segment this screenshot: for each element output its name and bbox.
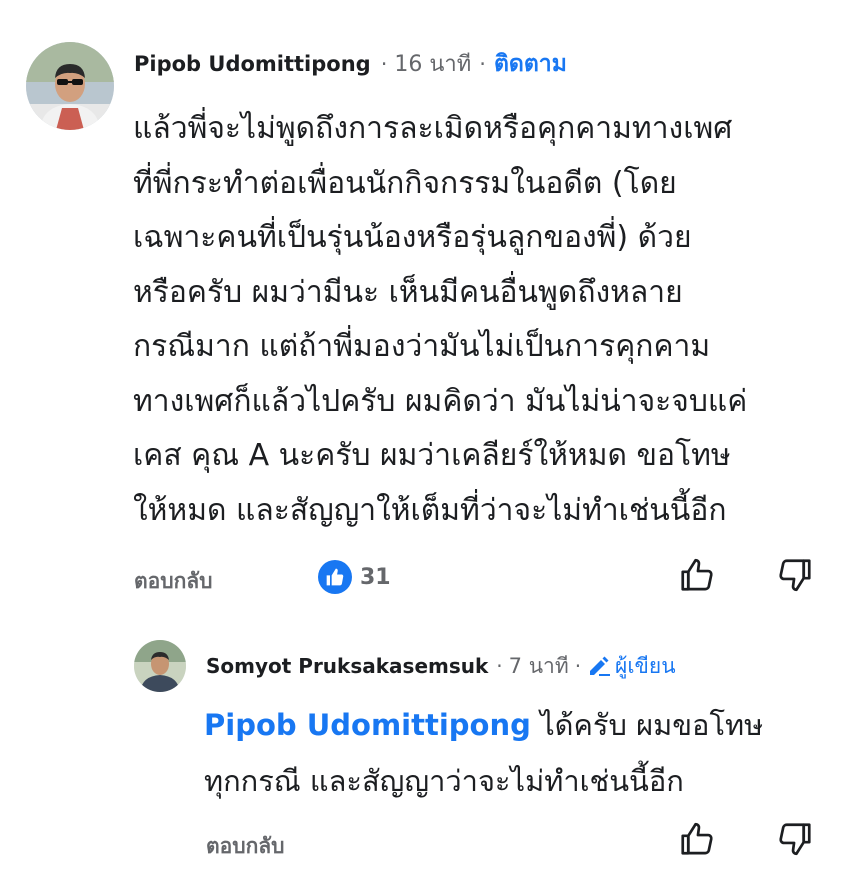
reaction-summary[interactable]: 31: [318, 560, 391, 594]
meta-separator: ·: [496, 654, 503, 678]
author-name[interactable]: Somyot Pruksakasemsuk: [206, 654, 488, 678]
comment-text-line: เคส คุณ A นะครับ ผมว่าเคลียร์ให้หมด ขอโท…: [133, 438, 731, 473]
author-badge: ผู้เขียน: [587, 650, 676, 683]
avatar[interactable]: [26, 42, 114, 130]
comment-text-line: เฉพาะคนที่เป็นรุ่นน้องหรือรุ่นลูกของพี่)…: [133, 220, 692, 255]
reply-text-segment: ได้ครับ ผมขอโทษ: [530, 708, 764, 742]
comment-text-line: หรือครับ ผมว่ามีนะ เห็นมีคนอื่นพูดถึงหลา…: [133, 274, 683, 310]
thumbs-down-icon[interactable]: [776, 820, 814, 858]
author-name[interactable]: Pipob Udomittipong: [134, 52, 371, 76]
comment-text-line: ให้หมด และสัญญาให้เต็มที่ว่าจะไม่ทำเช่นน…: [133, 492, 727, 528]
avatar-image: [26, 42, 114, 130]
reply-button[interactable]: ตอบกลับ: [206, 830, 285, 863]
like-count: 31: [360, 564, 391, 590]
author-badge-label: ผู้เขียน: [615, 654, 676, 678]
thumbs-down-icon[interactable]: [776, 556, 814, 594]
avatar[interactable]: [134, 640, 186, 692]
like-reaction-icon: [318, 560, 352, 594]
comment-body: แล้วพี่จะไม่พูดถึงการละเมิดหรือคุกคามทาง…: [133, 102, 747, 538]
reply-body: Pipob Udomittipong ได้ครับ ผมขอโทษ ทุกกร…: [204, 697, 763, 809]
reply-text-line: ทุกกรณี และสัญญาว่าจะไม่ทำเช่นนี้อีก: [204, 764, 684, 798]
follow-button[interactable]: ติดตาม: [494, 46, 567, 82]
comment-timestamp[interactable]: 16 นาที: [394, 46, 471, 81]
reply-header: Somyot Pruksakasemsuk · 7 นาที · ผู้เขีย…: [206, 650, 676, 683]
comment-text-line: ที่พี่กระทำต่อเพื่อนนักกิจกรรมในอดีต (โด…: [133, 165, 677, 201]
comment-header: Pipob Udomittipong · 16 นาที · ติดตาม: [134, 46, 567, 82]
pencil-icon: [590, 656, 611, 676]
reply-button[interactable]: ตอบกลับ: [134, 565, 213, 598]
reply-timestamp[interactable]: 7 นาที: [509, 650, 569, 683]
comment-text-line: แล้วพี่จะไม่พูดถึงการละเมิดหรือคุกคามทาง…: [133, 111, 733, 146]
meta-separator: ·: [574, 654, 582, 678]
reply-text-line: Pipob Udomittipong ได้ครับ ผมขอโทษ: [204, 697, 763, 753]
comment-text-line: กรณีมาก แต่ถ้าพี่มองว่ามันไม่เป็นการคุกค…: [133, 329, 711, 364]
comment-text-line: ทางเพศก็แล้วไปครับ ผมคิดว่า มันไม่น่าจะจ…: [133, 383, 748, 419]
meta-separator: ·: [479, 52, 486, 76]
thumbs-up-icon[interactable]: [678, 820, 716, 858]
thumbs-up-icon[interactable]: [678, 556, 716, 594]
meta-separator: ·: [380, 52, 388, 76]
mention-link[interactable]: Pipob Udomittipong: [204, 708, 531, 742]
avatar-image: [134, 640, 186, 692]
